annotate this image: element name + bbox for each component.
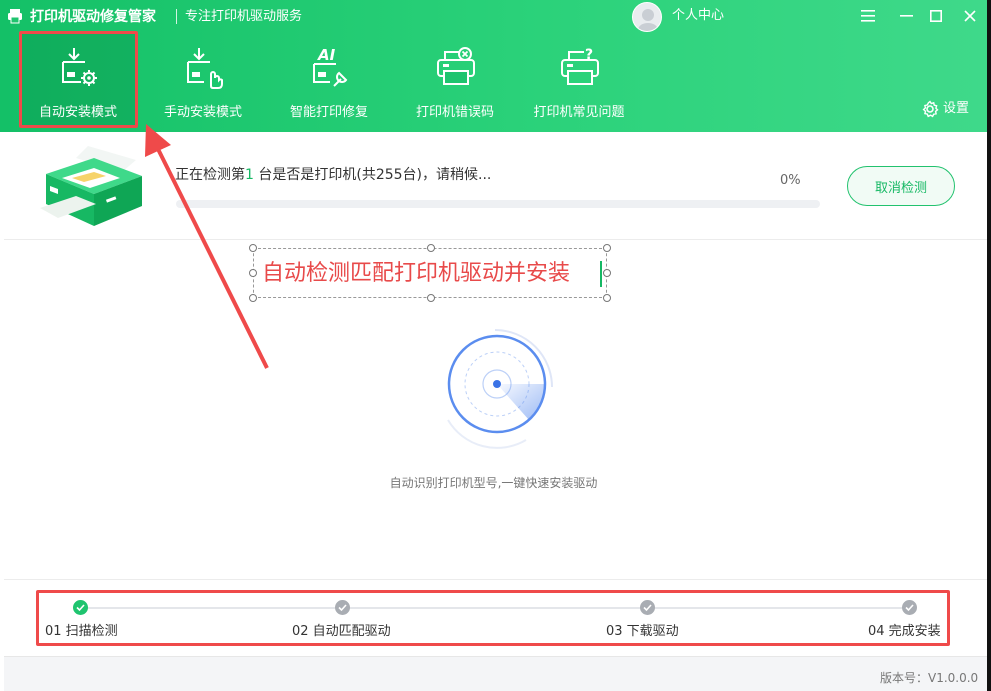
tab-manual-install[interactable]: 手动安装模式 [144,34,262,126]
detect-prefix: 正在检测第 [175,167,245,183]
tab-manual-install-label: 手动安装模式 [163,105,242,120]
manual-install-icon [187,48,223,89]
resize-handle-top-left[interactable] [249,244,257,252]
title-bar: 打印机驱动修复管家 专注打印机驱动服务 个人中心 [0,0,987,34]
tab-printer-faq-label: 打印机常见问题 [533,105,625,120]
printer-logo-icon [8,9,22,24]
detect-current-number: 1 [245,167,254,183]
step-status-icon [902,600,917,615]
progress-percent: 0% [780,173,801,188]
avatar[interactable] [632,2,662,32]
step-status-icon [335,600,350,615]
resize-handle-bottom-right[interactable] [603,294,611,302]
tab-printer-error[interactable]: 打印机错误码 [396,34,514,126]
text-caret [600,261,602,287]
resize-handle-top-right[interactable] [603,244,611,252]
settings-label: 设置 [943,101,970,116]
printer-illustration-icon [40,146,142,226]
check-icon [338,604,347,612]
section-divider [4,239,987,240]
progress-bar [176,200,820,208]
title-divider [176,9,177,24]
printer-error-icon [437,47,475,85]
footer-bar [4,656,987,691]
step-label-match-driver: 02 自动匹配驱动 [292,624,391,639]
step-status-icon [73,600,88,615]
check-icon [76,604,85,612]
step-connector [348,607,640,609]
check-icon [643,604,652,612]
menu-icon [861,10,875,22]
step-label-download-driver: 03 下载驱动 [606,624,679,639]
maximize-button[interactable] [924,4,948,28]
tab-ai-repair-label: 智能打印修复 [289,105,368,120]
svg-text:AI: AI [317,46,336,64]
app-window: 打印机驱动修复管家 专注打印机驱动服务 个人中心 自动安装模式 手动安装模式 A… [0,0,991,691]
steps-divider [4,579,987,580]
resize-handle-right[interactable] [603,269,611,277]
step-status-icon [640,600,655,615]
install-steps: 01 扫描检测 02 自动匹配驱动 03 下载驱动 04 完成安装 [36,590,950,646]
gear-icon [922,100,939,118]
close-button[interactable] [958,4,982,28]
resize-handle-bottom[interactable] [427,294,435,302]
tab-printer-error-label: 打印机错误码 [415,105,494,120]
resize-handle-left[interactable] [249,269,257,277]
detect-suffix: 台是否是打印机(共255台)，请稍候... [253,167,492,183]
annotation-text: 自动检测匹配打印机驱动并安装 [262,261,571,286]
maximize-icon [930,10,942,22]
tab-printer-faq[interactable]: ? 打印机常见问题 [520,34,638,126]
tab-ai-repair[interactable]: AI 智能打印修复 [270,34,388,126]
close-icon [964,10,976,22]
cancel-detect-button[interactable]: 取消检测 [847,166,955,206]
menu-button[interactable] [856,4,880,28]
resize-handle-top[interactable] [427,244,435,252]
app-subtitle: 专注打印机驱动服务 [185,9,303,24]
app-title: 打印机驱动修复管家 [30,9,156,25]
check-icon [905,604,914,612]
minimize-icon [899,15,913,17]
step-connector [85,607,335,609]
version-label: 版本号：V1.0.0.0 [880,671,979,685]
detect-status-text: 正在检测第1 台是否是打印机(共255台)，请稍候... [175,166,491,184]
step-label-complete-install: 04 完成安装 [868,624,941,639]
printer-faq-icon: ? [561,47,599,85]
radar-scan-icon [447,329,553,449]
user-center-link[interactable]: 个人中心 [672,8,724,24]
user-avatar-icon [638,9,658,31]
ai-repair-icon: AI [313,46,348,87]
minimize-button[interactable] [894,4,918,28]
step-connector [653,607,902,609]
resize-handle-bottom-left[interactable] [249,294,257,302]
settings-button[interactable]: 设置 [921,100,969,118]
annotation-text-box[interactable]: 自动检测匹配打印机驱动并安装 [249,244,611,302]
step-label-scan: 01 扫描检测 [45,624,118,639]
radar-caption: 自动识别打印机型号,一键快速安装驱动 [389,476,598,490]
header: 打印机驱动修复管家 专注打印机驱动服务 个人中心 自动安装模式 手动安装模式 A… [0,0,987,132]
annotation-highlight-nav [19,31,138,128]
